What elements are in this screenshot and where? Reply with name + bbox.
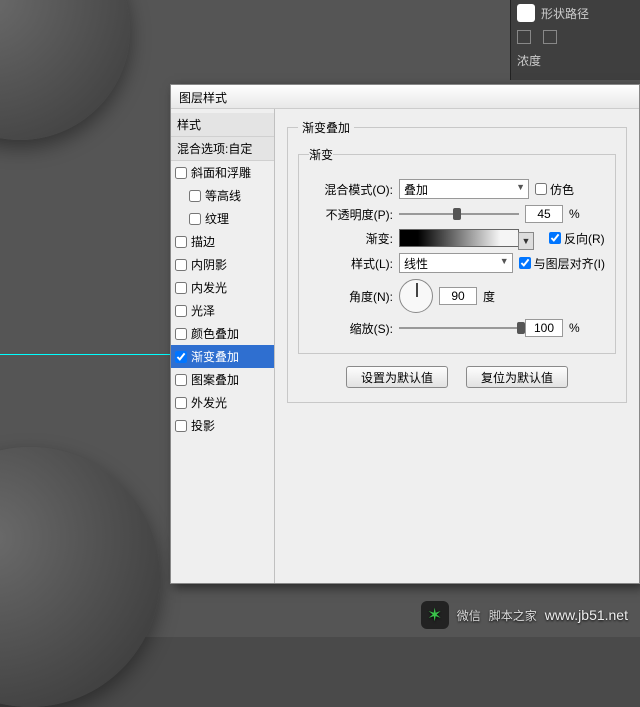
- dialog-title[interactable]: 图层样式: [171, 85, 639, 109]
- opacity-slider[interactable]: [399, 207, 519, 221]
- sidebar-item-label: 内阴影: [191, 256, 227, 273]
- scale-slider[interactable]: [399, 321, 519, 335]
- sidebar-header-styles[interactable]: 样式: [171, 113, 274, 137]
- sidebar-checkbox[interactable]: [175, 351, 187, 363]
- sidebar-header-blend[interactable]: 混合选项:自定: [171, 137, 274, 161]
- sidebar-item-label: 渐变叠加: [191, 348, 239, 365]
- sidebar-item-4[interactable]: 内阴影: [171, 253, 274, 276]
- sidebar-checkbox[interactable]: [175, 374, 187, 386]
- sidebar-item-7[interactable]: 颜色叠加: [171, 322, 274, 345]
- styles-sidebar: 样式 混合选项:自定 斜面和浮雕等高线纹理描边内阴影内发光光泽颜色叠加渐变叠加图…: [171, 109, 275, 583]
- sidebar-item-label: 图案叠加: [191, 371, 239, 388]
- sidebar-item-10[interactable]: 外发光: [171, 391, 274, 414]
- sidebar-item-label: 斜面和浮雕: [191, 164, 251, 181]
- sidebar-item-label: 描边: [191, 233, 215, 250]
- wechat-icon: ✶: [421, 601, 449, 629]
- reverse-checkbox[interactable]: 反向(R): [549, 230, 605, 247]
- scale-value[interactable]: 100: [525, 319, 563, 337]
- opacity-value[interactable]: 45: [525, 205, 563, 223]
- shape-path-label: 形状路径: [541, 5, 589, 22]
- shape-swatch-icon[interactable]: [517, 4, 535, 22]
- sidebar-checkbox[interactable]: [175, 259, 187, 271]
- sidebar-checkbox[interactable]: [175, 397, 187, 409]
- align-checkbox[interactable]: 与图层对齐(I): [519, 255, 605, 272]
- sidebar-item-label: 颜色叠加: [191, 325, 239, 342]
- sidebar-item-label: 纹理: [205, 210, 229, 227]
- sidebar-item-2[interactable]: 纹理: [171, 207, 274, 230]
- sidebar-item-9[interactable]: 图案叠加: [171, 368, 274, 391]
- sidebar-item-11[interactable]: 投影: [171, 414, 274, 437]
- blend-mode-label: 混合模式(O):: [309, 181, 393, 198]
- sidebar-checkbox[interactable]: [175, 328, 187, 340]
- sidebar-checkbox[interactable]: [175, 167, 187, 179]
- gradient-picker[interactable]: [399, 229, 519, 247]
- sidebar-item-3[interactable]: 描边: [171, 230, 274, 253]
- opacity-label: 不透明度(P):: [309, 206, 393, 223]
- sidebar-item-8[interactable]: 渐变叠加: [171, 345, 274, 368]
- reset-default-button[interactable]: 复位为默认值: [466, 366, 568, 388]
- sidebar-item-5[interactable]: 内发光: [171, 276, 274, 299]
- opacity-label: 浓度: [517, 52, 541, 69]
- group-title: 渐变: [309, 146, 333, 163]
- style-label: 样式(L):: [309, 255, 393, 272]
- sidebar-item-label: 外发光: [191, 394, 227, 411]
- sidebar-item-label: 内发光: [191, 279, 227, 296]
- watermark: ✶ 微信 脚本之家 www.jb51.net: [421, 601, 628, 629]
- angle-value[interactable]: 90: [439, 287, 477, 305]
- sidebar-item-label: 投影: [191, 417, 215, 434]
- sidebar-item-label: 等高线: [205, 187, 241, 204]
- angle-label: 角度(N):: [309, 288, 393, 305]
- angle-dial[interactable]: [399, 279, 433, 313]
- slider-control-icon[interactable]: [543, 30, 557, 44]
- sidebar-checkbox[interactable]: [175, 305, 187, 317]
- sidebar-checkbox[interactable]: [175, 236, 187, 248]
- sidebar-item-1[interactable]: 等高线: [171, 184, 274, 207]
- settings-panel: 渐变叠加 渐变 混合模式(O): 叠加 仿色 不透明度(P):: [275, 109, 639, 583]
- sidebar-checkbox[interactable]: [189, 190, 201, 202]
- reverse-input[interactable]: [549, 232, 561, 244]
- sidebar-item-6[interactable]: 光泽: [171, 299, 274, 322]
- sidebar-checkbox[interactable]: [175, 282, 187, 294]
- sidebar-item-label: 光泽: [191, 302, 215, 319]
- make-default-button[interactable]: 设置为默认值: [346, 366, 448, 388]
- dither-checkbox[interactable]: 仿色: [535, 181, 574, 198]
- dither-input[interactable]: [535, 183, 547, 195]
- layer-style-dialog: 图层样式 样式 混合选项:自定 斜面和浮雕等高线纹理描边内阴影内发光光泽颜色叠加…: [170, 84, 640, 584]
- sidebar-item-0[interactable]: 斜面和浮雕: [171, 161, 274, 184]
- align-input[interactable]: [519, 257, 531, 269]
- gradient-label: 渐变:: [309, 230, 393, 247]
- style-select[interactable]: 线性: [399, 253, 513, 273]
- slider-control-icon[interactable]: [517, 30, 531, 44]
- blend-mode-select[interactable]: 叠加: [399, 179, 529, 199]
- scale-label: 缩放(S):: [309, 320, 393, 337]
- panel-title: 渐变叠加: [298, 119, 354, 136]
- sidebar-checkbox[interactable]: [189, 213, 201, 225]
- right-panel: 形状路径 浓度: [510, 0, 640, 80]
- sidebar-checkbox[interactable]: [175, 420, 187, 432]
